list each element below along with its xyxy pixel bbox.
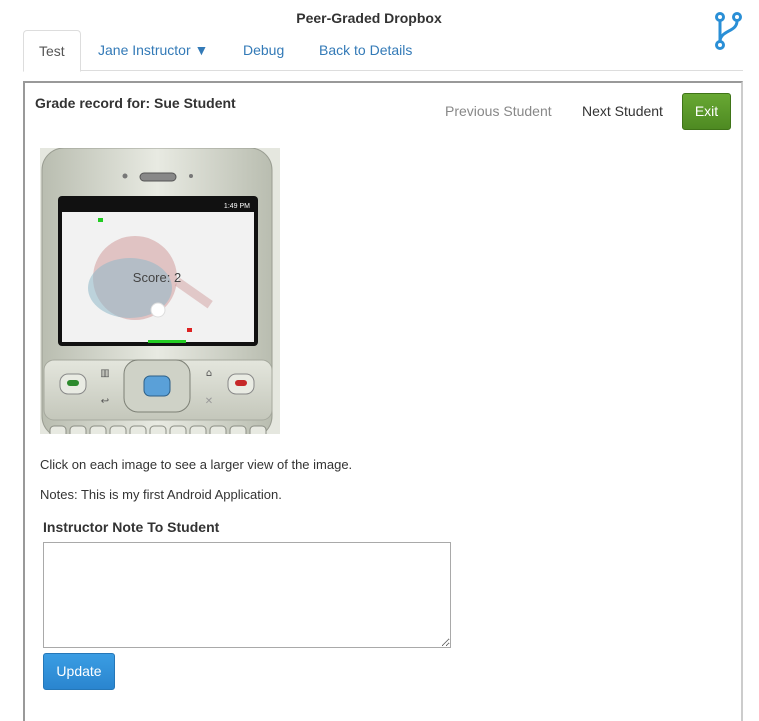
svg-text:⌂: ⌂: [206, 368, 212, 379]
submission-notes: Notes: This is my first Android Applicat…: [40, 487, 282, 502]
image-help-text: Click on each image to see a larger view…: [40, 457, 353, 472]
update-button[interactable]: Update: [43, 653, 115, 690]
svg-text:✕: ✕: [205, 396, 213, 407]
svg-text:↩: ↩: [101, 396, 109, 407]
exit-button[interactable]: Exit: [682, 93, 731, 130]
next-student-link[interactable]: Next Student: [582, 103, 663, 119]
previous-student-link[interactable]: Previous Student: [445, 103, 552, 119]
tab-user-menu[interactable]: Jane Instructor ▼: [83, 30, 223, 71]
score-text: Score: 2: [133, 270, 181, 285]
instructor-note-label: Instructor Note To Student: [43, 519, 220, 535]
svg-text:▥: ▥: [100, 368, 109, 379]
instructor-note-input[interactable]: [43, 542, 451, 648]
grade-record-title: Grade record for: Sue Student: [35, 95, 236, 111]
tab-bar: Test Jane Instructor ▼ Debug Back to Det…: [23, 30, 743, 72]
submission-image[interactable]: 1:49 PM Score: 2 ▥ ↩ ⌂ ✕: [40, 148, 280, 434]
app-title: Peer-Graded Dropbox: [296, 10, 442, 26]
tab-back-to-details[interactable]: Back to Details: [304, 30, 427, 71]
status-time: 1:49 PM: [224, 203, 250, 210]
tab-test[interactable]: Test: [23, 30, 81, 72]
tab-debug[interactable]: Debug: [228, 30, 299, 71]
